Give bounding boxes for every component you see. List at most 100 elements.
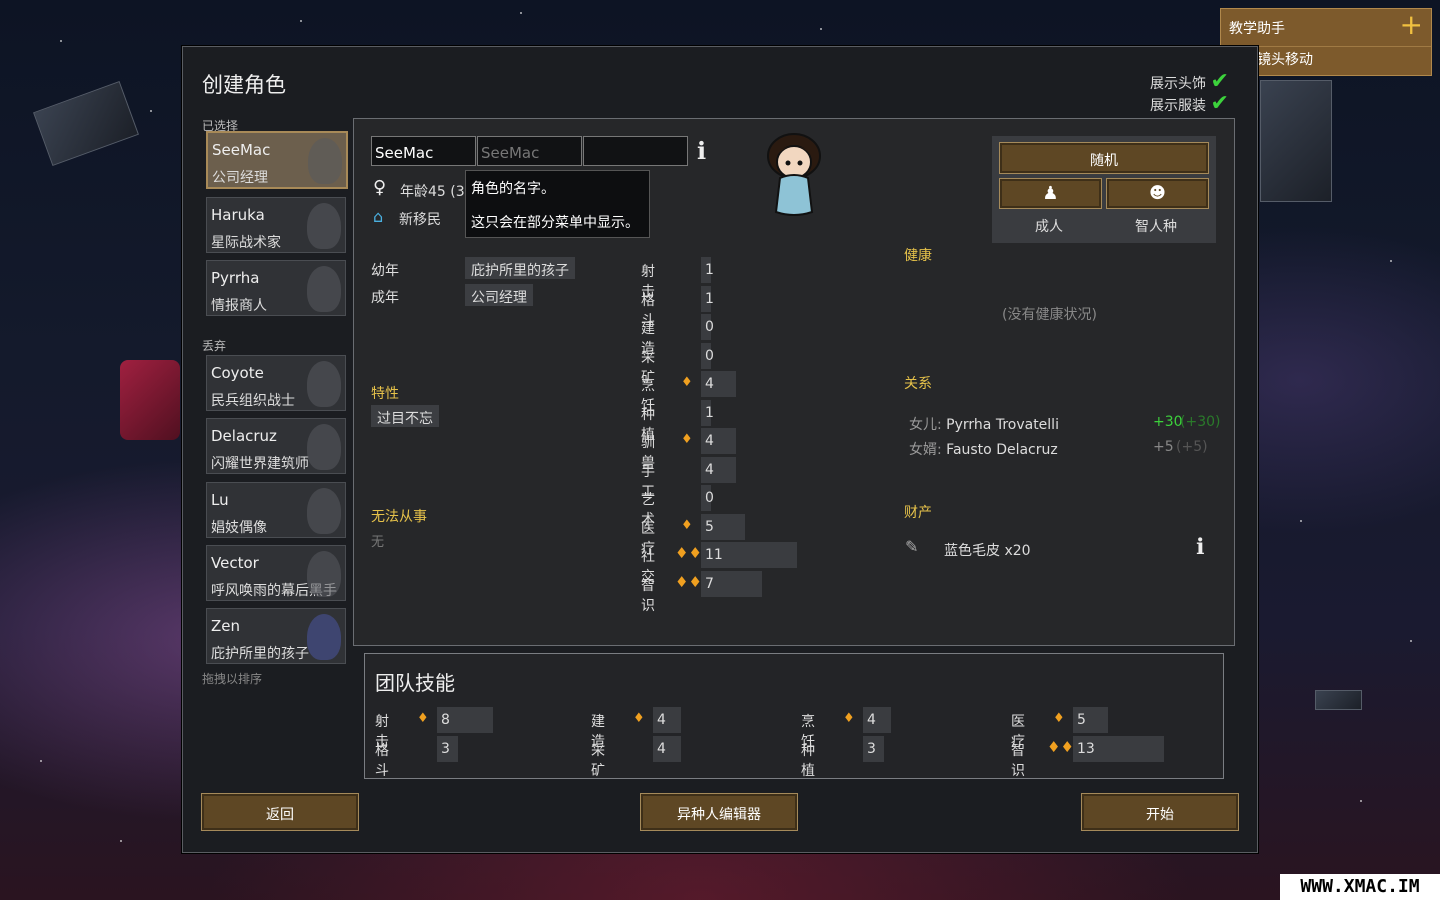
skill-value: 4	[705, 376, 714, 392]
page-title: 创建角色	[202, 73, 286, 97]
pawn-title: 星际战术家	[211, 235, 281, 251]
pawn-title: 公司经理	[212, 170, 268, 186]
random-button[interactable]: 随机	[999, 142, 1209, 174]
childhood-backstory[interactable]: 庇护所里的孩子	[465, 257, 575, 279]
pawn-portrait	[307, 488, 341, 534]
watermark: WWW.XMAC.IM	[1280, 874, 1440, 900]
show-apparel-toggle[interactable]: 展示服装 ✔	[1150, 91, 1229, 116]
skill-value: 4	[705, 461, 714, 478]
xenotype-button[interactable]: ☻	[1106, 178, 1209, 209]
minor-passion-icon: ♦	[843, 711, 855, 726]
skill-value: 4	[657, 741, 666, 757]
relations-label: 关系	[904, 376, 932, 392]
incapable-label: 无法从事	[371, 509, 427, 525]
xenotype-editor-button[interactable]: 异种人编辑器	[640, 793, 798, 831]
major-passion-icon: ♦♦	[675, 544, 702, 562]
info-icon[interactable]: ℹ	[697, 137, 706, 165]
skill-value: 3	[867, 741, 876, 757]
skill-value: 3	[441, 741, 450, 757]
trait-tag[interactable]: 过目不忘	[371, 405, 439, 427]
relation-row[interactable]: 女儿: Pyrrha Trovatelli	[909, 414, 1059, 434]
relation-name: Pyrrha Trovatelli	[946, 417, 1059, 433]
skill-value: 4	[867, 712, 876, 728]
skill-name: 格斗	[375, 743, 389, 779]
traits-label: 特性	[371, 386, 399, 402]
skill-value: 8	[441, 712, 450, 728]
plus-icon[interactable]: +	[1400, 11, 1423, 39]
tooltip-line1: 角色的名字。	[471, 181, 555, 197]
mech-left	[120, 360, 180, 440]
spaceship-small	[1315, 690, 1362, 710]
info-icon[interactable]: ℹ	[1196, 535, 1204, 560]
pawn-portrait	[307, 361, 341, 407]
pawn-portrait	[307, 551, 341, 597]
tooltip-line2: 这只会在部分菜单中显示。	[471, 215, 639, 231]
minor-passion-icon: ♦	[681, 375, 693, 390]
create-character-window: 创建角色 展示头饰 ✔ 展示服装 ✔ 已选择 SeeMac 公司经理 Haruk…	[182, 46, 1258, 853]
minor-passion-icon: ♦	[681, 432, 693, 447]
relation-type: 女儿:	[909, 417, 942, 433]
pawn-card-vector[interactable]: Vector 呼风唤雨的幕后黑手	[206, 545, 346, 601]
pawn-portrait	[308, 138, 342, 184]
pawn-name: Delacruz	[211, 427, 277, 445]
skill-value: 0	[705, 490, 714, 506]
female-gender-icon: ♀	[373, 177, 387, 198]
pawn-name: SeeMac	[212, 141, 271, 159]
relation-opinion-paren: (+30)	[1180, 414, 1221, 430]
show-headgear-label: 展示头饰	[1150, 76, 1206, 92]
relation-name: Fausto Delacruz	[946, 442, 1058, 458]
pawn-card-zen[interactable]: Zen 庇护所里的孩子	[206, 608, 346, 664]
spaceship-right	[1260, 80, 1332, 202]
skull-icon: ☻	[1149, 183, 1166, 202]
incapable-value: 无	[371, 535, 385, 550]
pawn-name: Zen	[211, 617, 241, 635]
adulthood-backstory[interactable]: 公司经理	[465, 284, 533, 306]
last-name-input[interactable]	[583, 136, 688, 166]
team-skills-title: 团队技能	[375, 671, 455, 695]
possession-item[interactable]: 蓝色毛皮 x20	[944, 540, 1031, 560]
pawn-portrait	[307, 203, 341, 249]
drag-hint: 拖拽以排序	[202, 672, 263, 686]
skill-name: 智识	[641, 577, 655, 614]
skill-value: 4	[705, 433, 714, 449]
skill-name: 智识	[1011, 743, 1025, 779]
relation-opinion-paren: (+5)	[1176, 439, 1208, 455]
person-icon: ♟	[1042, 183, 1059, 204]
spaceship-left	[33, 80, 139, 167]
skill-value: 5	[1077, 712, 1086, 728]
minor-passion-icon: ♦	[1053, 711, 1065, 726]
pawn-portrait	[307, 266, 341, 312]
pawn-card-delacruz[interactable]: Delacruz 闪耀世界建筑师	[206, 418, 346, 474]
skill-name: 种植	[801, 743, 815, 779]
first-name-input[interactable]: SeeMac	[371, 136, 476, 166]
childhood-label: 幼年	[371, 263, 399, 279]
relation-row[interactable]: 女婿: Fausto Delacruz	[909, 439, 1058, 459]
skill-value: 4	[657, 712, 666, 728]
relation-type: 女婿:	[909, 442, 942, 458]
skill-value: 7	[705, 575, 714, 592]
pawn-card-seemac[interactable]: SeeMac 公司经理	[206, 131, 348, 189]
skill-name: 采矿	[591, 743, 605, 779]
home-icon: ⌂	[373, 207, 384, 226]
pawn-title: 情报商人	[211, 298, 267, 314]
pawn-card-pyrrha[interactable]: Pyrrha 情报商人	[206, 260, 346, 316]
nickname-input[interactable]: SeeMac	[477, 136, 582, 166]
pawn-card-haruka[interactable]: Haruka 星际战术家	[206, 197, 346, 253]
relation-opinion: +30	[1153, 414, 1183, 430]
skill-value: 1	[705, 290, 714, 307]
check-icon: ✔	[1210, 91, 1229, 116]
minor-passion-icon: ♦	[633, 711, 645, 726]
age-label: 年龄45 (3	[400, 184, 465, 200]
leather-icon: ✎	[905, 537, 919, 556]
start-button[interactable]: 开始	[1081, 793, 1239, 831]
random-box: 随机 ♟ ☻ 成人 智人种	[992, 136, 1216, 243]
back-button[interactable]: 返回	[201, 793, 359, 831]
pawn-card-lu[interactable]: Lu 娼妓偶像	[206, 482, 346, 538]
major-passion-icon: ♦♦	[1047, 738, 1074, 756]
pawn-name: Vector	[211, 554, 259, 572]
adult-button[interactable]: ♟	[999, 178, 1102, 209]
relation-opinion: +5	[1153, 439, 1174, 455]
pawn-card-coyote[interactable]: Coyote 民兵组织战士	[206, 355, 346, 411]
minor-passion-icon: ♦	[417, 711, 429, 726]
pawn-editor-panel: SeeMac SeeMac ℹ ♀ 年龄45 (3 ⌂ 新移民 角色的名字。 这…	[353, 118, 1235, 646]
